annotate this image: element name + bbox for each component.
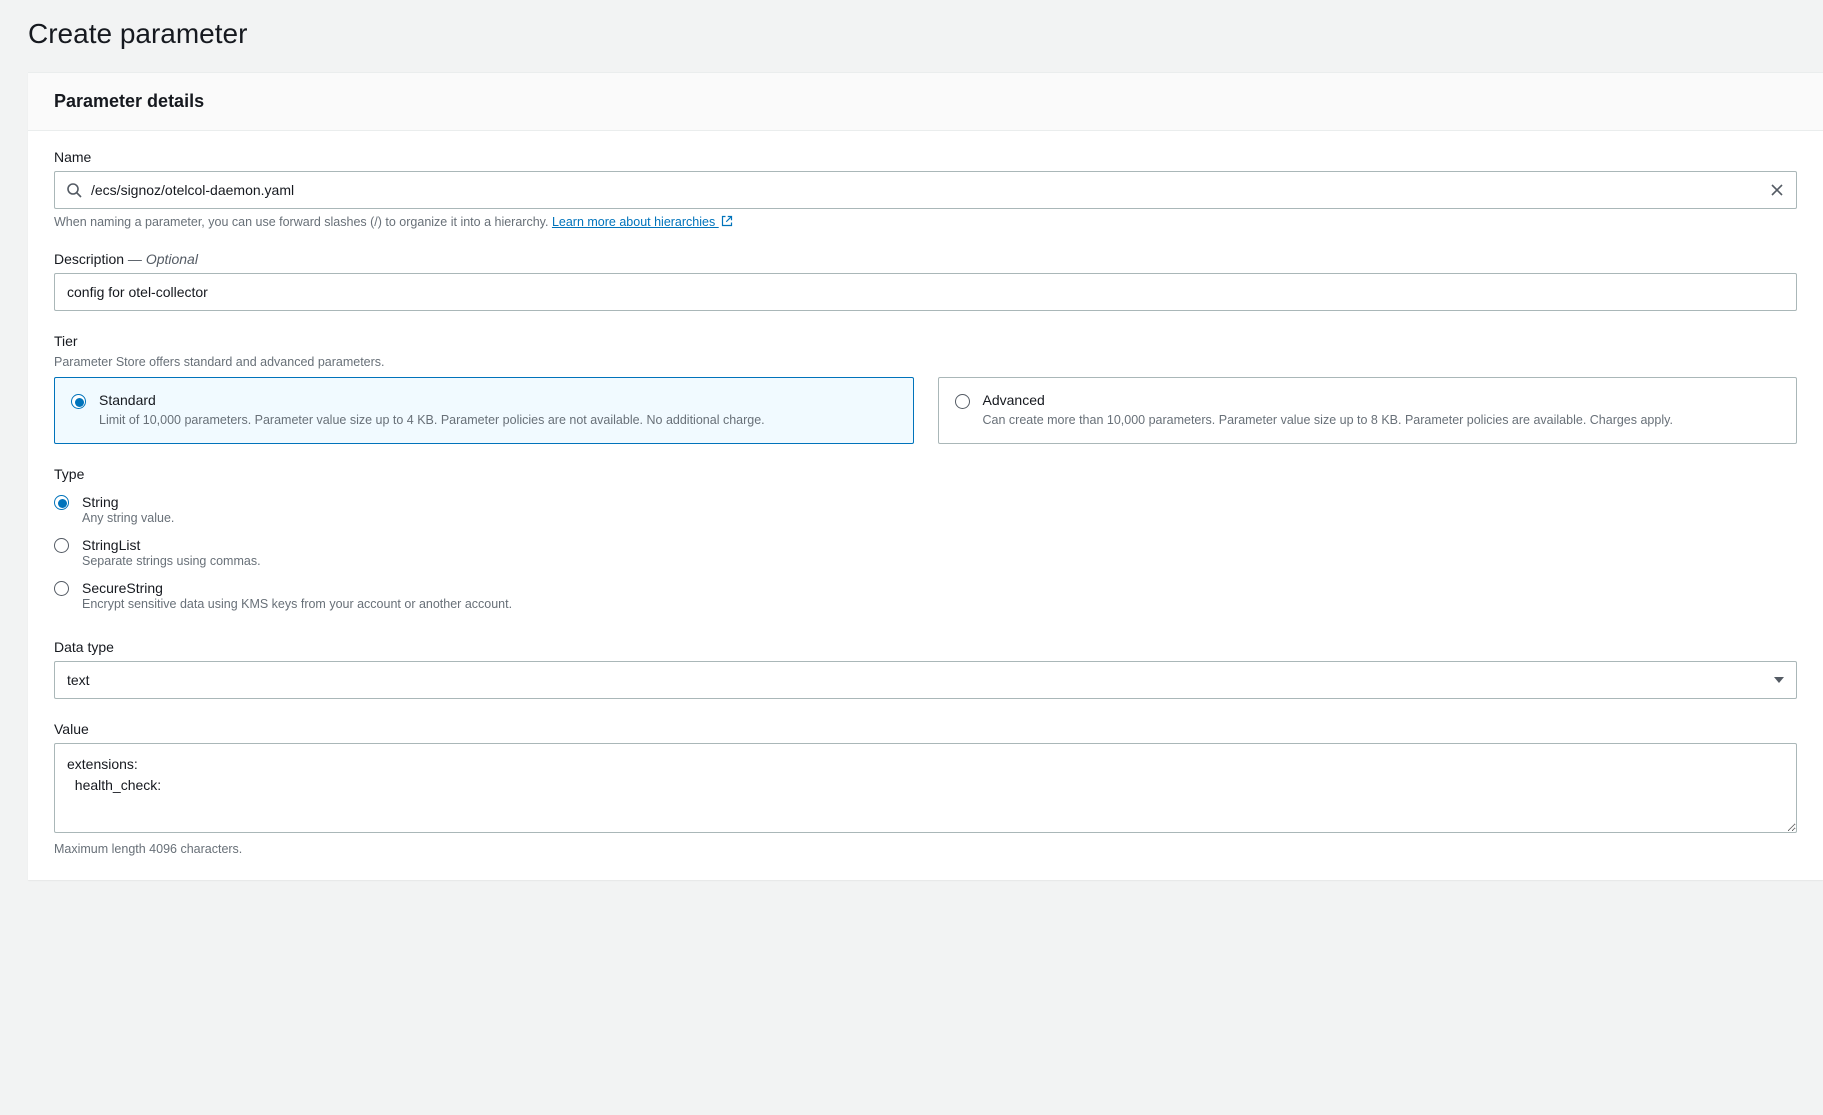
search-icon — [66, 182, 82, 198]
page-title: Create parameter — [0, 0, 1823, 72]
caret-down-icon — [1773, 674, 1785, 686]
optional-tag: Optional — [146, 251, 198, 267]
value-field: Value Maximum length 4096 characters. — [54, 721, 1797, 856]
type-option-title: StringList — [82, 537, 1797, 553]
radio-icon — [54, 495, 69, 510]
tier-field: Tier Parameter Store offers standard and… — [54, 333, 1797, 444]
name-input[interactable] — [54, 171, 1797, 209]
datatype-label: Data type — [54, 639, 1797, 655]
radio-icon — [54, 538, 69, 553]
tier-option-advanced[interactable]: Advanced Can create more than 10,000 par… — [938, 377, 1798, 444]
type-option-sub: Any string value. — [82, 511, 1797, 525]
panel-header: Parameter details — [28, 73, 1823, 131]
type-option-sub: Separate strings using commas. — [82, 554, 1797, 568]
value-hint: Maximum length 4096 characters. — [54, 842, 1797, 856]
type-option-securestring[interactable]: SecureString Encrypt sensitive data usin… — [54, 574, 1797, 617]
name-label: Name — [54, 149, 1797, 165]
value-label: Value — [54, 721, 1797, 737]
type-option-sub: Encrypt sensitive data using KMS keys fr… — [82, 597, 1797, 611]
tier-option-sub: Can create more than 10,000 parameters. … — [983, 411, 1781, 429]
tier-option-title: Standard — [99, 392, 897, 408]
clear-icon[interactable] — [1769, 182, 1785, 198]
panel-title: Parameter details — [54, 91, 1797, 112]
tier-option-sub: Limit of 10,000 parameters. Parameter va… — [99, 411, 897, 429]
description-field: Description — Optional — [54, 251, 1797, 311]
tier-sublabel: Parameter Store offers standard and adva… — [54, 355, 1797, 369]
name-hint-text: When naming a parameter, you can use for… — [54, 215, 552, 229]
datatype-field: Data type text — [54, 639, 1797, 699]
value-textarea[interactable] — [54, 743, 1797, 833]
learn-hierarchies-link[interactable]: Learn more about hierarchies — [552, 215, 733, 229]
radio-icon — [71, 394, 86, 409]
name-hint: When naming a parameter, you can use for… — [54, 215, 1797, 229]
radio-icon — [955, 394, 970, 409]
description-label: Description — Optional — [54, 251, 1797, 267]
type-option-title: String — [82, 494, 1797, 510]
description-input[interactable] — [54, 273, 1797, 311]
tier-option-standard[interactable]: Standard Limit of 10,000 parameters. Par… — [54, 377, 914, 444]
tier-label: Tier — [54, 333, 1797, 349]
tier-option-title: Advanced — [983, 392, 1781, 408]
type-option-stringlist[interactable]: StringList Separate strings using commas… — [54, 531, 1797, 574]
datatype-select[interactable]: text — [54, 661, 1797, 699]
type-field: Type String Any string value. StringList… — [54, 466, 1797, 617]
radio-icon — [54, 581, 69, 596]
name-field: Name When naming a parameter, you can us… — [54, 149, 1797, 229]
type-option-title: SecureString — [82, 580, 1797, 596]
type-option-string[interactable]: String Any string value. — [54, 488, 1797, 531]
external-link-icon — [721, 215, 733, 227]
parameter-details-panel: Parameter details Name When naming a par… — [28, 72, 1823, 880]
type-label: Type — [54, 466, 1797, 482]
